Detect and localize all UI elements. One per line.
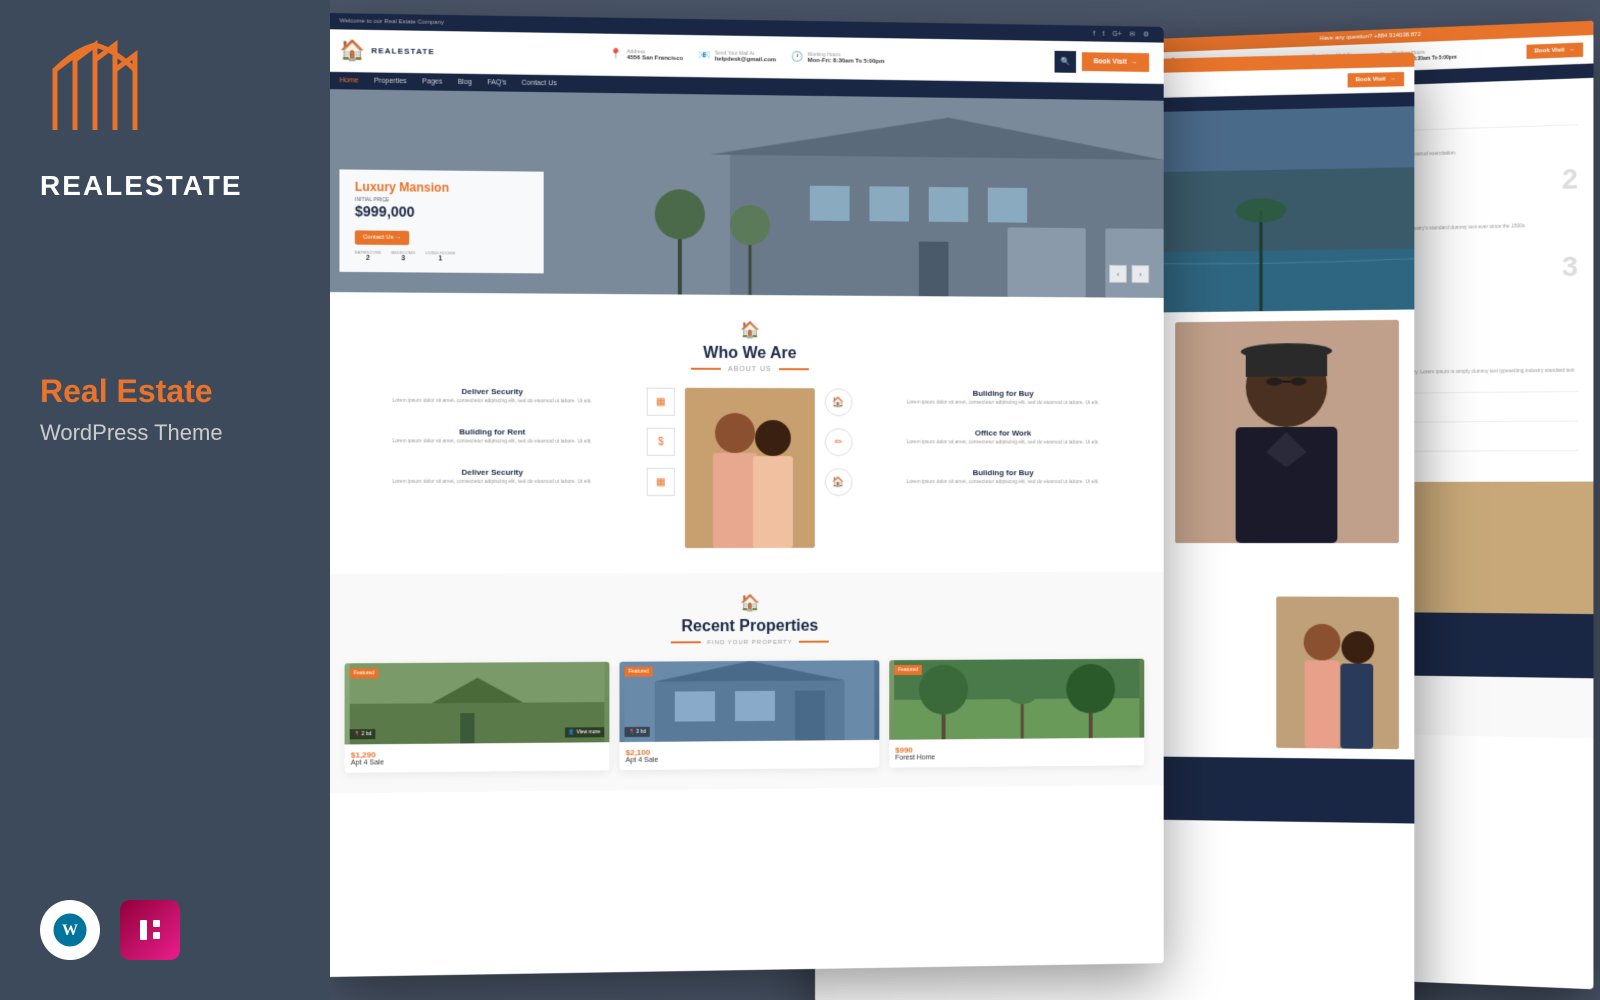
left-panel: REALESTATE Real Estate WordPress Theme W (0, 0, 330, 1000)
search-button[interactable]: 🔍 (1054, 50, 1076, 72)
about-team-photo (1276, 596, 1399, 749)
nav-pages[interactable]: Pages (422, 78, 442, 85)
prop-card-3: Featured $990 Forest Home (889, 658, 1144, 767)
logo-text: REALESTATE (40, 170, 243, 202)
nav-faqs[interactable]: FAQ's (487, 79, 506, 86)
hero-nav-arrows: ‹ › (1109, 265, 1149, 283)
properties-grid: Featured 📍 2 bd 👤 View more $1,290 Apt 4… (345, 658, 1145, 772)
wwa-feature-right-3: 🏠 Buliding for Buy Lorem ipsum dolor sit… (825, 468, 1144, 496)
hero-price: $999,000 (355, 203, 529, 221)
rp-icon: 🏠 (345, 592, 1145, 615)
wwa-icon-left-3: ▦ (647, 468, 675, 496)
next-arrow[interactable]: › (1132, 265, 1150, 283)
topbar-welcome: Welcome to our Real Estate Company (339, 18, 443, 26)
social-icons: f t G+ ✉ ⚙ (1093, 30, 1149, 39)
wwa-feature-left-3: Deliver Security Lorem ipsum dolor sit a… (345, 468, 675, 496)
facebook-icon[interactable]: f (1093, 30, 1095, 37)
book-visit-button[interactable]: Book Visit → (1082, 52, 1149, 72)
nav-properties[interactable]: Properties (374, 78, 407, 86)
about-person-photo (1175, 320, 1399, 543)
prop-badge-1: Featured (350, 668, 379, 678)
rp-subtitle: FIND YOUR PROPERTY (345, 637, 1145, 648)
prop-image-3: Featured (889, 658, 1144, 739)
wwa-feature-right-1: 🏠 Buliding for Buy Lorem ipsum dolor sit… (825, 388, 1144, 417)
theme-info: Real Estate WordPress Theme (40, 312, 223, 446)
hero-stat-living: LIVING ROOMS 1 (425, 250, 455, 262)
hero-stat-bed: BEDROOMS 3 (391, 250, 415, 262)
screenshots-container: Have any question? +884 914038.872 🏠 REA… (330, 0, 1600, 1000)
wwa-icon-left-1: ▦ (647, 388, 675, 416)
recent-properties-section: 🏠 Recent Properties FIND YOUR PROPERTY (330, 572, 1164, 793)
prop-info-3: $990 Forest Home (889, 737, 1144, 767)
wwa-title: Who We Are (345, 343, 1145, 365)
hero-stats: BATHROOMS 2 BEDROOMS 3 LIVING ROOMS 1 (355, 250, 529, 264)
primary-header-info: 📍 Address 4556 San Francisco 📧 Send Your… (610, 48, 884, 64)
wwa-icon: 🏠 (345, 318, 1145, 343)
wwa-feature-left-1: Deliver Security Lorem ipsum dolor sit a… (345, 386, 675, 415)
theme-title: Real Estate (40, 372, 223, 410)
prop-card-2: Featured 📍 3 bd $2,100 Apt 4 Sale (619, 660, 879, 770)
wwa-feature-right-2: ✏ Office for Work Lorem ipsum dolor sit … (825, 428, 1144, 456)
prop-name-1: Apt 4 Sale (351, 757, 604, 766)
prop-badge-3: Featured (894, 665, 922, 675)
prop-name-2: Apt 4 Sale (626, 754, 874, 763)
nav-blog[interactable]: Blog (458, 79, 472, 86)
prev-arrow[interactable]: ‹ (1109, 265, 1127, 283)
prop-info-1: $1,290 Apt 4 Sale (345, 742, 610, 773)
nav-home[interactable]: Home (339, 77, 358, 84)
sec-book-btn[interactable]: Book Visit → (1347, 72, 1404, 88)
prop-card-1: Featured 📍 2 bd 👤 View more $1,290 Apt 4… (345, 661, 610, 772)
prop-name-3: Forest Home (895, 752, 1138, 761)
prop-info-2: $2,100 Apt 4 Sale (619, 739, 879, 769)
hero-content: Luxury Mansion INITIAL PRICE $999,000 Co… (339, 169, 543, 273)
nav-contact[interactable]: Contact Us (522, 80, 557, 88)
prop-image-2: Featured 📍 3 bd (619, 660, 879, 742)
main-area: Have any question? +884 914038.872 🏠 REA… (330, 0, 1600, 1000)
logo-container: REALESTATE (40, 40, 243, 202)
elementor-logo (120, 900, 180, 960)
wwa-left-features: Deliver Security Lorem ipsum dolor sit a… (345, 386, 675, 496)
wwa-subtitle: ABOUT US (345, 364, 1145, 375)
svg-text:W: W (62, 922, 78, 939)
tert-book-btn[interactable]: Book Visit → (1526, 42, 1583, 58)
logo-icon (40, 40, 160, 160)
rp-title: Recent Properties (345, 616, 1145, 638)
prop-image-1: Featured 📍 2 bd 👤 View more (345, 661, 610, 744)
hero-property-type: Luxury Mansion (355, 180, 529, 196)
who-we-are-section: 🏠 Who We Are ABOUT US Deliver Security L… (330, 292, 1164, 574)
primary-header-actions: 🔍 Book Visit → (1054, 50, 1149, 73)
wwa-team-photo (685, 388, 815, 548)
hero-section: Luxury Mansion INITIAL PRICE $999,000 Co… (330, 89, 1164, 298)
mail-icon[interactable]: ✉ (1130, 30, 1136, 38)
prop-badge-2: Featured (625, 666, 653, 676)
wwa-grid: Deliver Security Lorem ipsum dolor sit a… (345, 386, 1145, 548)
twitter-icon[interactable]: t (1103, 30, 1105, 37)
rp-header: 🏠 Recent Properties FIND YOUR PROPERTY (345, 592, 1145, 648)
theme-subtitle: WordPress Theme (40, 420, 223, 446)
wwa-icon-left-2: $ (647, 428, 675, 456)
settings-icon[interactable]: ⚙ (1143, 30, 1149, 38)
google-plus-icon[interactable]: G+ (1112, 30, 1121, 37)
wwa-right-features: 🏠 Buliding for Buy Lorem ipsum dolor sit… (825, 388, 1144, 496)
hero-contact-btn[interactable]: Contact Us → (355, 230, 410, 245)
bottom-logos: W (40, 900, 180, 960)
primary-logo: 🏠 REALESTATE (339, 38, 434, 65)
screenshot-primary: Welcome to our Real Estate Company f t G… (330, 13, 1164, 977)
wordpress-logo: W (40, 900, 100, 960)
wwa-feature-left-2: Buliding for Rent Lorem ipsum dolor sit … (345, 427, 675, 456)
hero-stat-bath: BATHROOMS 2 (355, 250, 381, 262)
